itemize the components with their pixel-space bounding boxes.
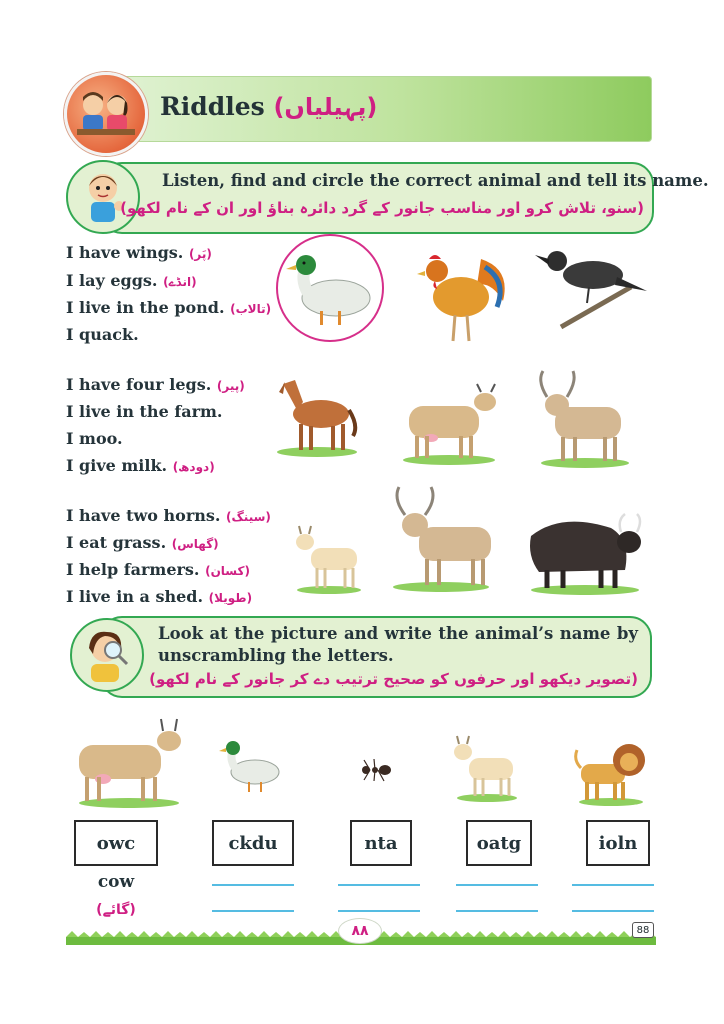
scrambled-word-box-4: oatg <box>466 820 532 866</box>
children-reading-illustration <box>64 72 148 156</box>
girl-with-magnifier-illustration <box>70 618 144 692</box>
page-number: 88 <box>632 922 654 938</box>
riddle-1-line-1: I have wings. (پَر) <box>66 243 212 262</box>
instruction-2-english-line-1: Look at the picture and write the animal… <box>158 624 638 643</box>
riddle-2-line-2: I live in the farm. <box>66 402 223 421</box>
answer-line-lion-1[interactable] <box>572 884 654 886</box>
horse-image[interactable] <box>270 372 362 458</box>
riddle-2-line-4: I give milk. (دودھ) <box>66 456 215 475</box>
riddle-1-line-3: I live in the pond. (تالاب) <box>66 298 272 317</box>
page-title-english: Riddles <box>160 92 265 121</box>
instruction-1-english: Listen, find and circle the correct anim… <box>162 171 709 190</box>
boy-illustration <box>66 160 140 234</box>
answer-line-goat-1[interactable] <box>456 884 538 886</box>
scrambled-word-box-2: ckdu <box>212 820 294 866</box>
answer-line-ant-1[interactable] <box>338 884 420 886</box>
unscramble-ant-image <box>356 756 396 786</box>
cow-image[interactable] <box>394 376 506 466</box>
ox-image[interactable] <box>530 366 640 470</box>
page-number-urdu: ۸۸ <box>338 918 382 944</box>
instruction-2-english-line-2: unscrambling the letters. <box>158 646 394 665</box>
answer-cow-urdu: (گائے) <box>96 902 136 918</box>
answer-line-ant-2[interactable] <box>338 910 420 912</box>
yak-image[interactable] <box>520 506 652 596</box>
riddle-2-line-3: I moo. <box>66 429 123 448</box>
answer-cow: cow <box>97 872 135 892</box>
instruction-2-urdu: (تصویر دیکھو اور حرفوں کو صحیح ترتیب دے … <box>149 670 638 688</box>
unscramble-lion-image <box>570 736 652 806</box>
scrambled-word-box-1: owc <box>74 820 158 866</box>
unscramble-duck-image <box>212 736 288 796</box>
unscramble-cow-image <box>68 714 192 810</box>
unscramble-goat-image <box>446 734 524 802</box>
answer-line-goat-2[interactable] <box>456 910 538 912</box>
rooster-image[interactable] <box>410 240 516 348</box>
crow-image[interactable] <box>530 240 650 336</box>
answer-line-duck-1[interactable] <box>212 884 294 886</box>
riddle-3-line-4: I live in a shed. (طویلا) <box>66 587 253 606</box>
duck-circled-image[interactable] <box>276 234 384 342</box>
answer-line-duck-2[interactable] <box>212 910 294 912</box>
goat-image[interactable] <box>288 522 368 594</box>
riddle-3-line-1: I have two horns. (سینگ) <box>66 506 271 525</box>
riddle-1-line-2: I lay eggs. (انڈے) <box>66 271 197 290</box>
riddle-3-line-2: I eat grass. (گھاس) <box>66 533 219 552</box>
riddle-2-line-1: I have four legs. (پیر) <box>66 375 245 394</box>
page-title-urdu: (پہیلیاں) <box>273 93 378 121</box>
scrambled-word-box-5: ioln <box>586 820 650 866</box>
ox-image-2[interactable] <box>380 484 502 594</box>
answer-line-lion-2[interactable] <box>572 910 654 912</box>
riddle-1-line-4: I quack. <box>66 325 139 344</box>
page-title: Riddles (پہیلیاں) <box>160 92 377 121</box>
scrambled-word-box-3: nta <box>350 820 412 866</box>
riddle-3-line-3: I help farmers. (کسان) <box>66 560 250 579</box>
instruction-1-urdu: (سنو، تلاش کرو اور مناسب جانور کے گرد دا… <box>120 199 644 217</box>
